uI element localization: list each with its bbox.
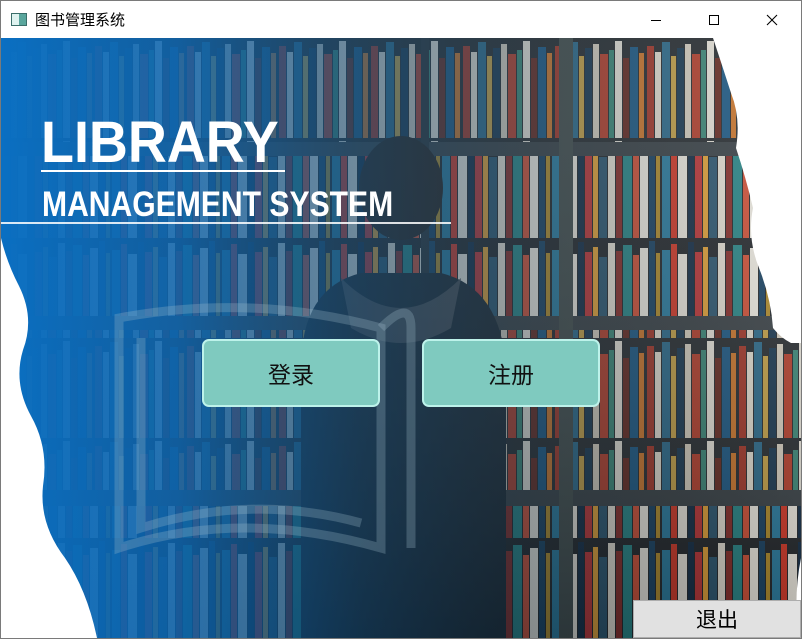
close-icon [766, 14, 778, 25]
title-bar[interactable]: 图书管理系统 [1, 1, 801, 38]
logo-title-library: LIBRARY [41, 110, 279, 175]
exit-button[interactable]: 退出 [633, 600, 801, 638]
close-button[interactable] [743, 1, 801, 38]
minimize-icon [651, 19, 661, 21]
main-content: LIBRARY MANAGEMENT SYSTEM 登录 注册 退出 [1, 38, 801, 638]
window-app-icon [11, 13, 27, 26]
maximize-button[interactable] [685, 1, 743, 38]
logo-baseline [1, 222, 451, 224]
register-button[interactable]: 注册 [422, 339, 600, 407]
window-title: 图书管理系统 [35, 11, 126, 29]
maximize-icon [709, 14, 719, 25]
minimize-button[interactable] [627, 1, 685, 38]
app-window: 图书管理系统 LIBRARY MANAGEMENT SYSTEM 登录 注册 退… [0, 0, 802, 639]
login-button[interactable]: 登录 [202, 339, 380, 407]
logo-subtitle: MANAGEMENT SYSTEM [42, 185, 394, 224]
